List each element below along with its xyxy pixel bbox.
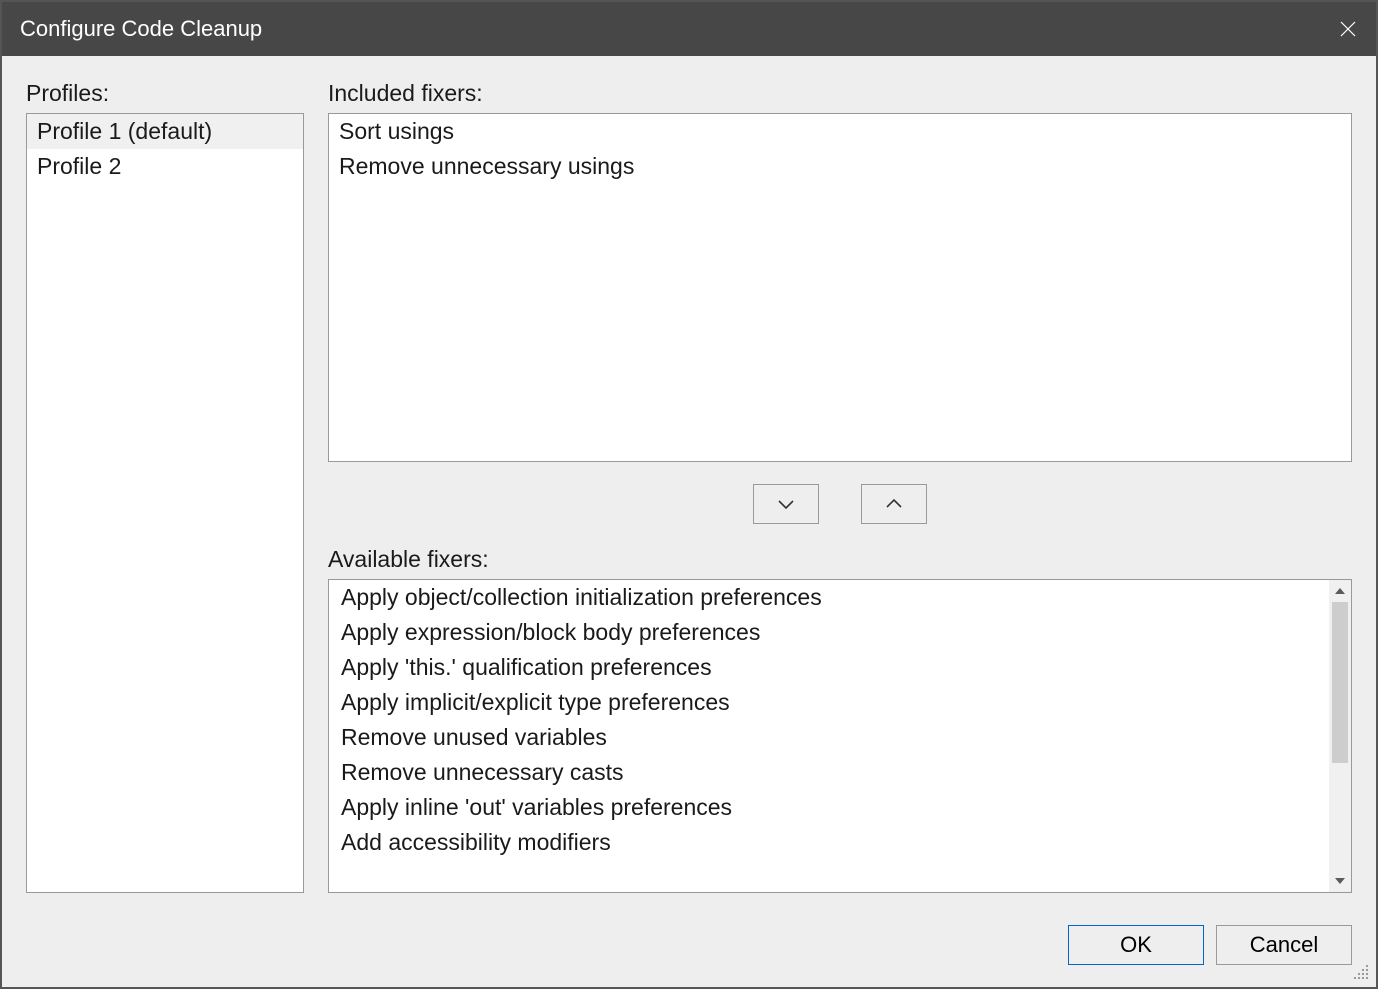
dialog-content: Profiles: Profile 1 (default) Profile 2 … bbox=[2, 56, 1376, 893]
close-button[interactable] bbox=[1320, 2, 1376, 56]
included-label: Included fixers: bbox=[328, 80, 1352, 107]
scrollbar[interactable] bbox=[1329, 580, 1351, 892]
scroll-thumb[interactable] bbox=[1332, 602, 1348, 763]
available-fixer-item[interactable]: Apply object/collection initialization p… bbox=[329, 580, 1329, 615]
close-icon bbox=[1339, 20, 1357, 38]
scroll-track[interactable] bbox=[1329, 602, 1351, 870]
available-fixer-item[interactable]: Remove unused variables bbox=[329, 720, 1329, 755]
chevron-down-icon bbox=[777, 498, 795, 510]
caret-down-icon bbox=[1335, 878, 1345, 884]
available-label: Available fixers: bbox=[328, 546, 1352, 573]
move-buttons-row bbox=[328, 462, 1352, 546]
titlebar: Configure Code Cleanup bbox=[2, 2, 1376, 56]
available-fixer-item[interactable]: Add accessibility modifiers bbox=[329, 825, 1329, 860]
available-fixer-item[interactable]: Apply implicit/explicit type preferences bbox=[329, 685, 1329, 720]
resize-grip-icon bbox=[1352, 963, 1370, 981]
included-fixer-item[interactable]: Remove unnecessary usings bbox=[329, 149, 1351, 184]
available-fixers-listbox[interactable]: Apply object/collection initialization p… bbox=[328, 579, 1352, 893]
profiles-listbox[interactable]: Profile 1 (default) Profile 2 bbox=[26, 113, 304, 893]
available-fixer-item[interactable]: Remove unnecessary casts bbox=[329, 755, 1329, 790]
included-fixer-item[interactable]: Sort usings bbox=[329, 114, 1351, 149]
included-fixers-listbox[interactable]: Sort usings Remove unnecessary usings bbox=[328, 113, 1352, 462]
dialog-buttons: OK Cancel bbox=[2, 893, 1376, 987]
move-up-button[interactable] bbox=[861, 484, 927, 524]
resize-grip[interactable] bbox=[1352, 963, 1370, 981]
profiles-label: Profiles: bbox=[26, 80, 304, 107]
dialog-window: Configure Code Cleanup Profiles: Profile… bbox=[0, 0, 1378, 989]
available-fixers-list: Apply object/collection initialization p… bbox=[329, 580, 1329, 892]
move-down-button[interactable] bbox=[753, 484, 819, 524]
profiles-column: Profiles: Profile 1 (default) Profile 2 bbox=[26, 80, 304, 893]
available-fixer-item[interactable]: Apply 'this.' qualification preferences bbox=[329, 650, 1329, 685]
scroll-up-button[interactable] bbox=[1329, 580, 1351, 602]
ok-button[interactable]: OK bbox=[1068, 925, 1204, 965]
profile-item[interactable]: Profile 1 (default) bbox=[27, 114, 303, 149]
available-fixer-item[interactable]: Apply inline 'out' variables preferences bbox=[329, 790, 1329, 825]
scroll-down-button[interactable] bbox=[1329, 870, 1351, 892]
caret-up-icon bbox=[1335, 588, 1345, 594]
window-title: Configure Code Cleanup bbox=[20, 16, 262, 42]
available-fixer-item[interactable]: Apply expression/block body preferences bbox=[329, 615, 1329, 650]
available-section: Available fixers: Apply object/collectio… bbox=[328, 546, 1352, 893]
chevron-up-icon bbox=[885, 498, 903, 510]
profile-item[interactable]: Profile 2 bbox=[27, 149, 303, 184]
cancel-button[interactable]: Cancel bbox=[1216, 925, 1352, 965]
fixers-column: Included fixers: Sort usings Remove unne… bbox=[328, 80, 1352, 893]
